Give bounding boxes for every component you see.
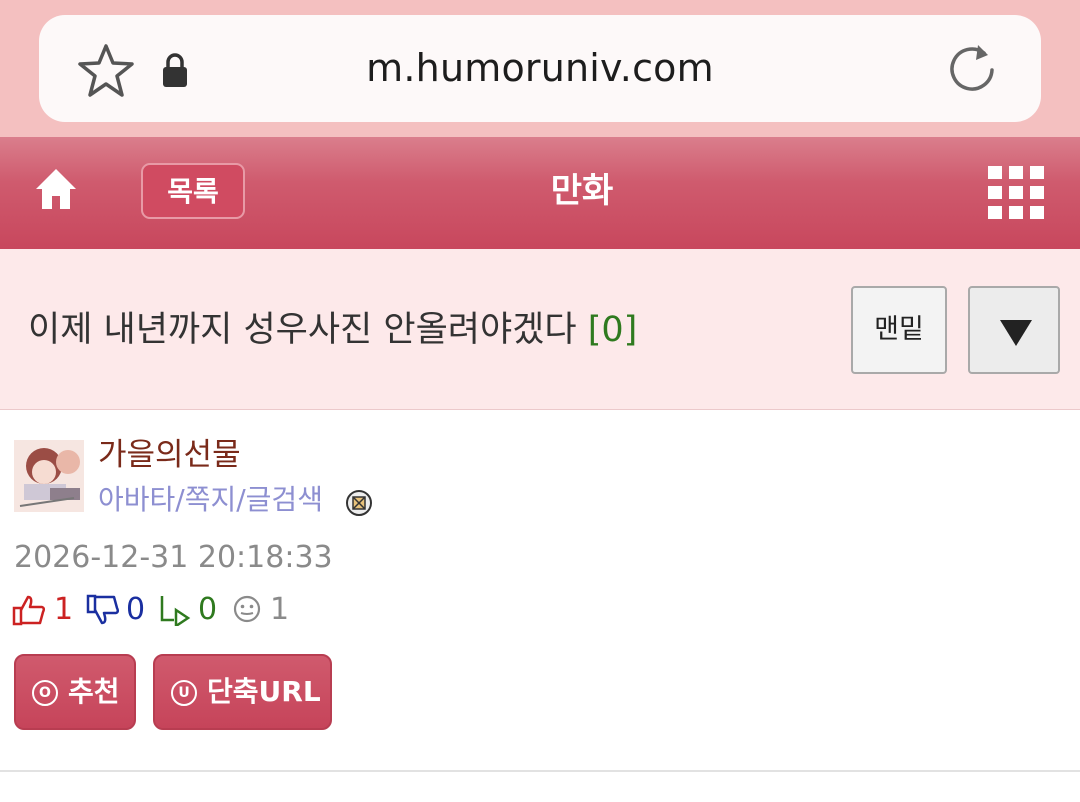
lock-icon xyxy=(163,53,187,87)
post-title: 이제 내년까지 성우사진 안올려야겠다 [0] xyxy=(28,300,637,360)
post-title-text: 이제 내년까지 성우사진 안올려야겠다 xyxy=(28,310,577,350)
do-not-disturb-icon xyxy=(346,490,372,516)
board-title: 만화 xyxy=(550,171,614,211)
short-url-label: 단축URL xyxy=(207,675,321,708)
recommend-icon: O xyxy=(32,680,58,706)
author-name[interactable]: 가을의선물 xyxy=(98,432,241,478)
browser-address-bar: m.humoruniv.com xyxy=(0,0,1080,137)
scroll-bottom-button[interactable]: 맨밑 xyxy=(851,286,947,374)
triangle-down-icon xyxy=(1000,320,1032,346)
author-links[interactable]: 아바타/쪽지/글검색 xyxy=(98,479,323,521)
post-date: 2026-12-31 20:18:33 xyxy=(14,540,333,575)
thumbs-up-icon xyxy=(12,595,46,626)
section-divider xyxy=(0,770,1080,772)
list-button[interactable]: 목록 xyxy=(141,163,245,219)
share-arrow-icon xyxy=(160,596,191,626)
author-avatar[interactable] xyxy=(14,440,84,512)
views-count: 1 xyxy=(270,592,290,627)
thumbs-down-icon xyxy=(86,594,120,625)
recommend-label: 추천 xyxy=(68,675,120,708)
grid-menu-icon[interactable] xyxy=(988,166,1044,220)
short-url-button[interactable]: U 단축URL xyxy=(153,654,332,730)
smiley-icon xyxy=(233,595,261,623)
reload-icon[interactable] xyxy=(944,40,1002,98)
comment-count[interactable]: [0] xyxy=(588,310,638,350)
star-icon[interactable] xyxy=(76,42,136,100)
short-url-icon: U xyxy=(171,680,197,706)
recommend-button[interactable]: O 추천 xyxy=(14,654,136,730)
shares-count: 0 xyxy=(198,592,218,627)
dislikes-count: 0 xyxy=(126,592,146,627)
likes-count: 1 xyxy=(54,592,74,627)
home-icon[interactable] xyxy=(33,166,79,212)
down-button[interactable] xyxy=(968,286,1060,374)
